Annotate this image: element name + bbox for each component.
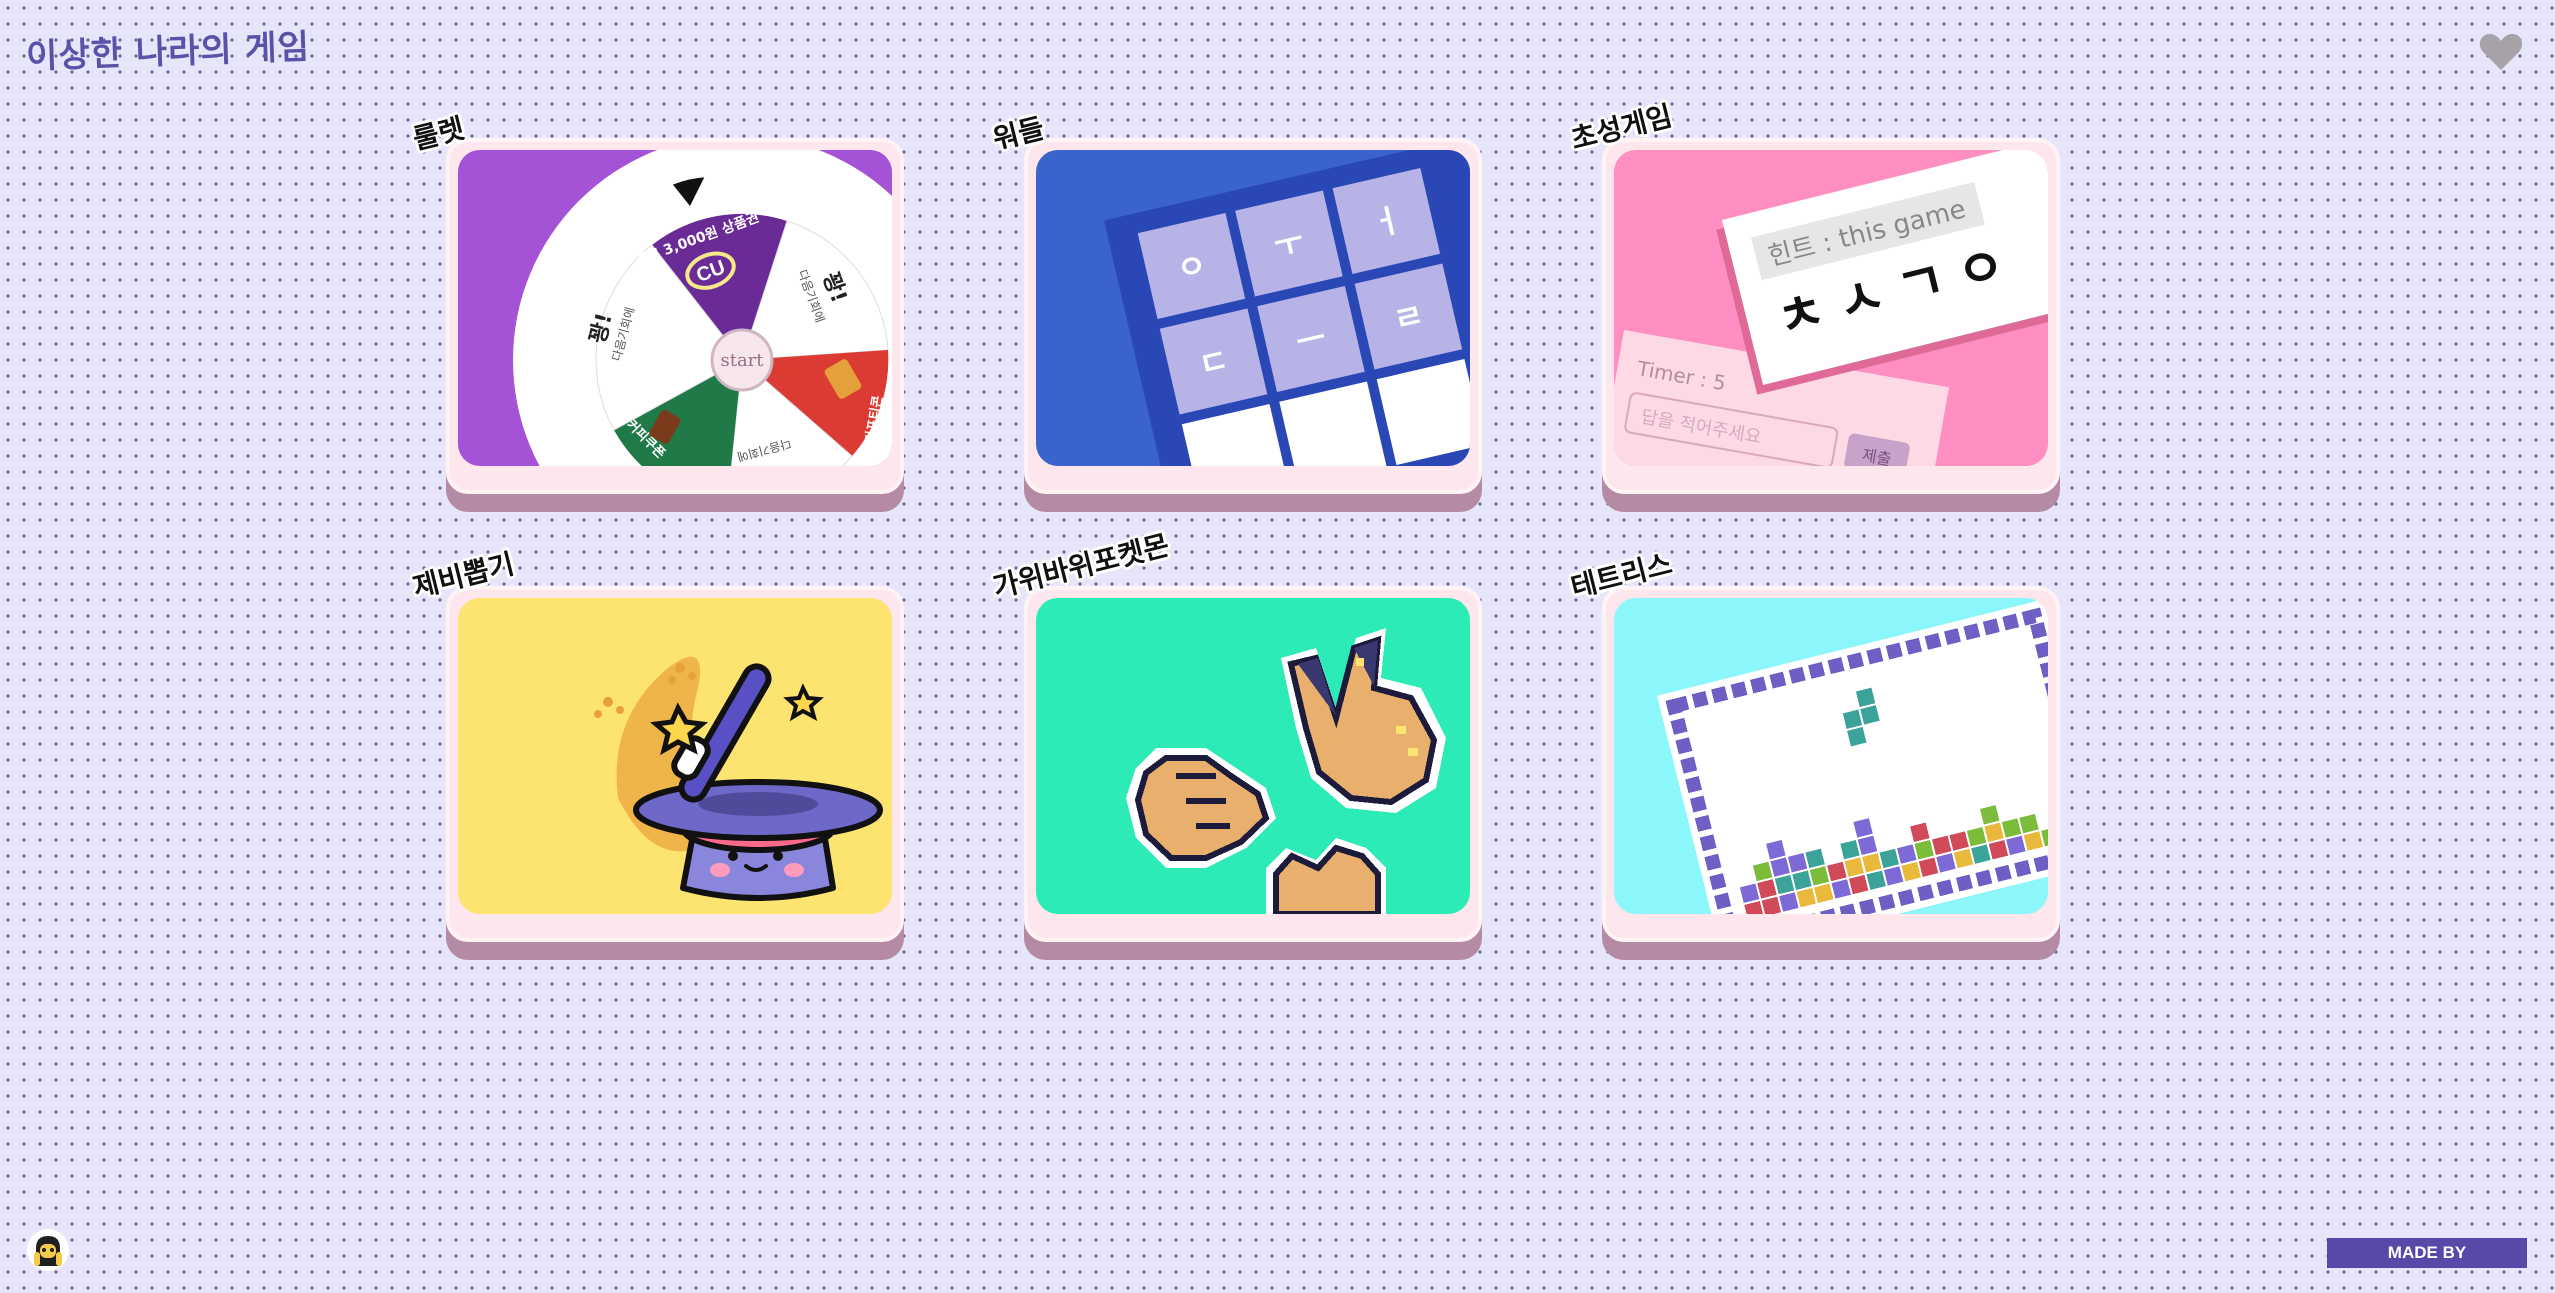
game-card-tetris[interactable] [1602, 586, 2060, 962]
game-card-wordle[interactable]: ㅇ ㅜ ㅓ ㄷ ㅡ ㄹ [1024, 138, 1482, 514]
wordle-thumbnail: ㅇ ㅜ ㅓ ㄷ ㅡ ㄹ [1036, 150, 1470, 466]
site-title[interactable]: 이상한 나라의 게임 [25, 19, 311, 78]
lottery-thumbnail [458, 598, 892, 914]
rps-thumbnail [1036, 598, 1470, 914]
roulette-thumbnail: start CU CU 3,000원 상품권 꽝! 다음기회에 꽝! 다음기회에… [458, 150, 892, 466]
made-by-button[interactable]: MADE BY [2327, 1238, 2527, 1268]
tetris-thumbnail [1614, 598, 2048, 914]
avatar-icon[interactable] [26, 1228, 70, 1272]
roulette-start-label: start [720, 350, 764, 371]
chosung-thumbnail: Timer : 5 답을 적어주세요 제출 힌트 : this game ㅊㅅㄱ… [1614, 150, 2048, 466]
game-card-chosung[interactable]: Timer : 5 답을 적어주세요 제출 힌트 : this game ㅊㅅㄱ… [1602, 138, 2060, 514]
game-card-rps[interactable] [1024, 586, 1482, 962]
game-grid: start CU CU 3,000원 상품권 꽝! 다음기회에 꽝! 다음기회에… [410, 99, 2060, 962]
game-card-lottery[interactable] [446, 586, 904, 962]
game-card-roulette[interactable]: start CU CU 3,000원 상품권 꽝! 다음기회에 꽝! 다음기회에… [446, 138, 904, 514]
heart-icon[interactable] [2477, 28, 2525, 76]
